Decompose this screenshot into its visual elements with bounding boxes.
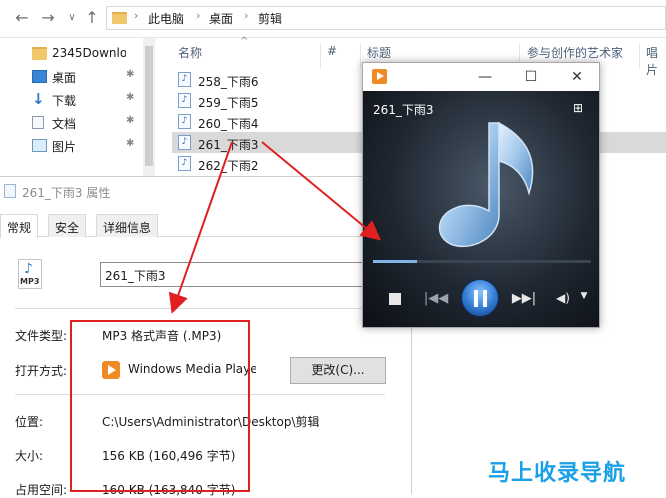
watermark: 马上收录导航 xyxy=(488,461,627,486)
arrow-to-properties xyxy=(168,141,233,314)
highlight-box xyxy=(70,320,250,492)
arrow-to-player xyxy=(261,141,382,241)
